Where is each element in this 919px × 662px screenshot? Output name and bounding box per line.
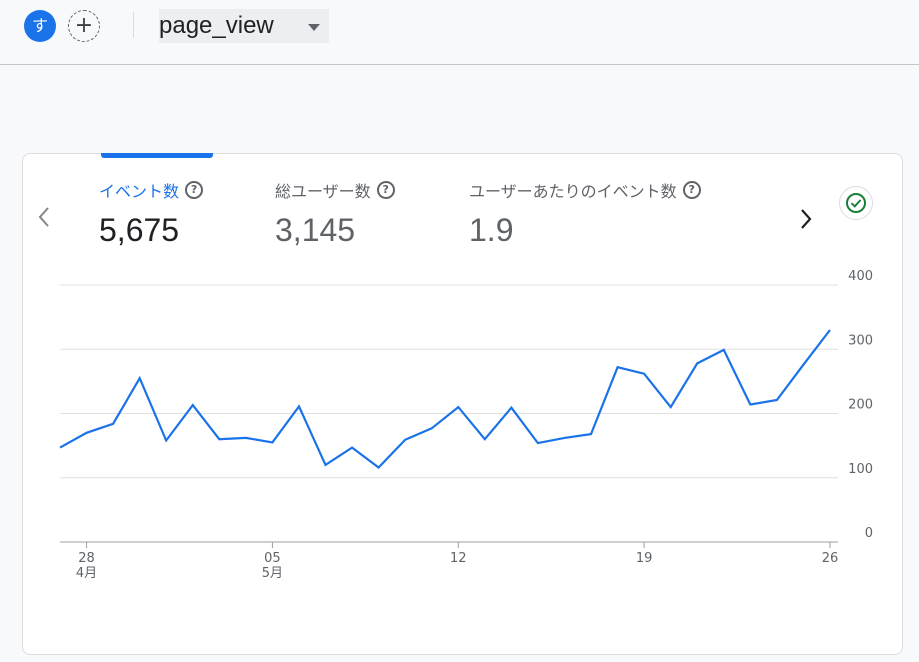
data-point[interactable]: [350, 445, 355, 450]
dropdown-caret-icon: [308, 24, 320, 31]
data-point[interactable]: [615, 365, 620, 370]
x-tick-label: 28: [78, 551, 95, 566]
data-point[interactable]: [721, 347, 726, 352]
data-point[interactable]: [190, 403, 195, 408]
x-tick-label: 05: [264, 551, 281, 566]
y-tick-label: 0: [865, 526, 873, 541]
line-chart: 0 100 200 300 400 284月 055月 12 19 26: [58, 269, 873, 581]
data-point[interactable]: [429, 426, 434, 431]
y-tick-label: 300: [848, 333, 873, 348]
data-point[interactable]: [589, 432, 594, 437]
data-point[interactable]: [84, 430, 89, 435]
data-point[interactable]: [801, 362, 806, 367]
data-point[interactable]: [376, 465, 381, 470]
top-bar: す + page_view: [0, 0, 919, 65]
data-point[interactable]: [695, 361, 700, 366]
data-point[interactable]: [668, 405, 673, 410]
event-name-label: page_view: [159, 12, 274, 39]
chart-card: イベント数? 5,675 総ユーザー数? 3,145 ユーザーあたりのイベント数…: [22, 153, 903, 655]
x-tick-label: 26: [822, 551, 839, 566]
x-tick-month-label: 4月: [76, 566, 97, 581]
data-point[interactable]: [828, 327, 833, 332]
add-comparison-button[interactable]: +: [68, 10, 100, 42]
y-tick-label: 100: [848, 462, 873, 477]
data-point[interactable]: [642, 371, 647, 376]
x-tick-label: 12: [450, 551, 467, 566]
data-point[interactable]: [111, 421, 116, 426]
data-point[interactable]: [748, 402, 753, 407]
user-avatar[interactable]: す: [24, 10, 56, 42]
series-line[interactable]: [59, 329, 831, 469]
data-point[interactable]: [403, 437, 408, 442]
data-point[interactable]: [164, 438, 169, 443]
data-point[interactable]: [58, 445, 63, 450]
toolbar-divider: [133, 12, 134, 38]
data-point[interactable]: [482, 437, 487, 442]
data-point[interactable]: [137, 376, 142, 381]
data-point[interactable]: [270, 440, 275, 445]
data-point[interactable]: [323, 462, 328, 467]
y-tick-label: 400: [848, 269, 873, 284]
data-point[interactable]: [509, 405, 514, 410]
data-point[interactable]: [456, 405, 461, 410]
x-tick-month-label: 5月: [262, 566, 283, 581]
data-point[interactable]: [243, 435, 248, 440]
data-point[interactable]: [535, 441, 540, 446]
data-point[interactable]: [562, 435, 567, 440]
y-tick-label: 200: [848, 398, 873, 413]
event-selector[interactable]: page_view: [159, 9, 329, 43]
data-point[interactable]: [774, 398, 779, 403]
x-tick-label: 19: [636, 551, 653, 566]
data-point[interactable]: [296, 404, 301, 409]
data-point[interactable]: [217, 437, 222, 442]
